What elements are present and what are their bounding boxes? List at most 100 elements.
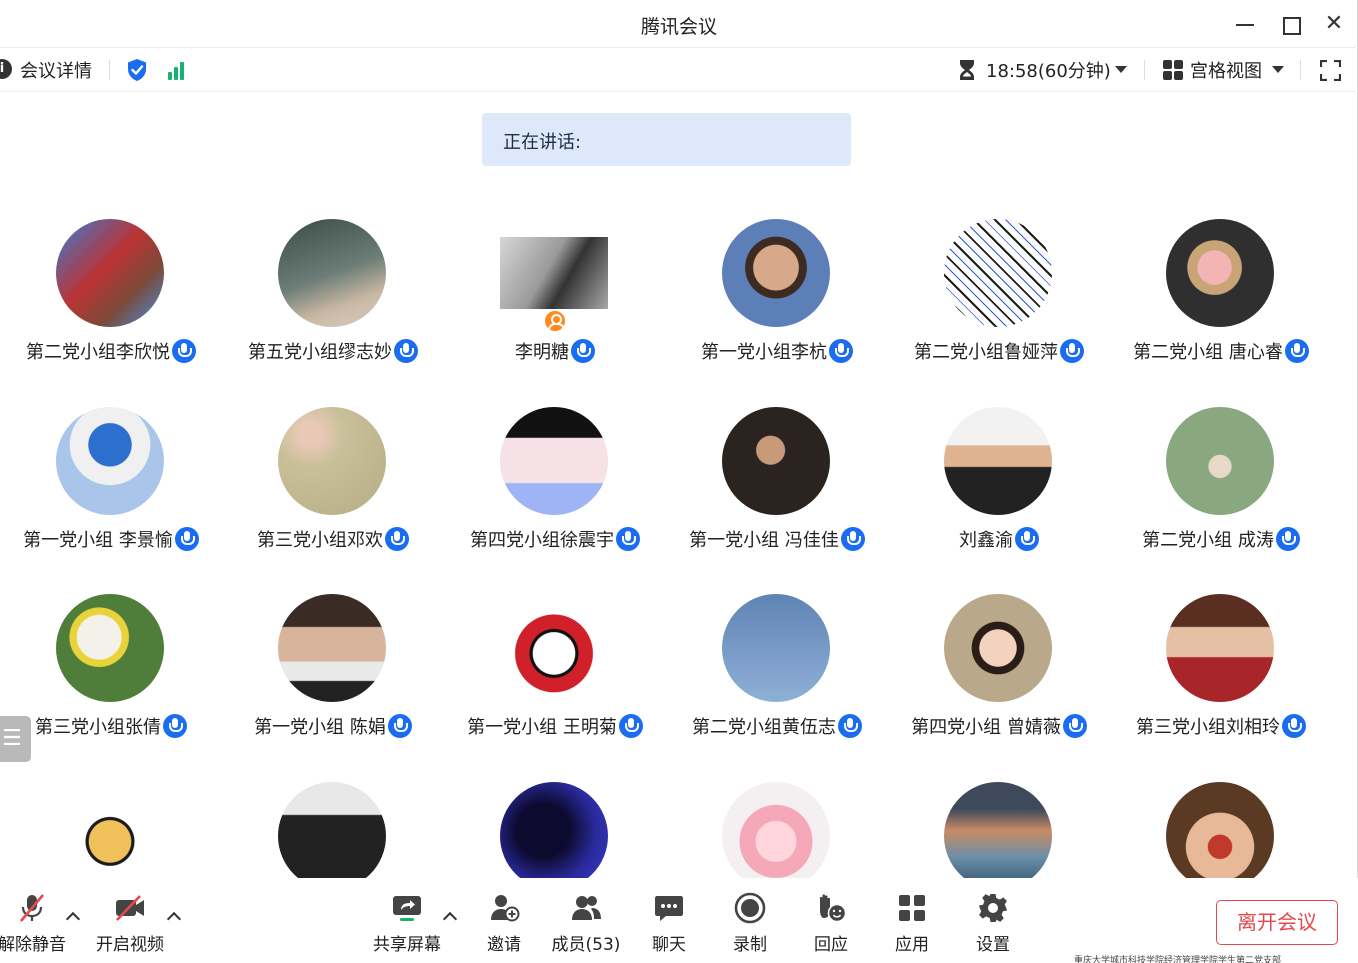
close-button[interactable]: ✕ (1320, 10, 1348, 38)
mic-icon (174, 527, 199, 551)
participant-tile[interactable]: 第一党小组 李景愉 (0, 407, 222, 595)
participant-name: 李明糖 (515, 342, 569, 363)
start-video-button[interactable]: 开启视频 (90, 892, 170, 960)
speaking-label: 正在讲话: (503, 132, 582, 153)
participant-name: 第三党小组刘相玲 (1136, 717, 1280, 738)
participant-name: 第二党小组鲁娅萍 (914, 342, 1058, 363)
mic-icon (1282, 714, 1306, 738)
avatar (278, 782, 386, 878)
avatar (500, 782, 608, 878)
mic-icon (172, 339, 196, 363)
maximize-button[interactable] (1276, 10, 1304, 38)
participant-tile[interactable]: 第四党小组徐震宇 (444, 407, 666, 595)
fullscreen-icon[interactable] (1320, 60, 1341, 81)
participant-name: 第二党小组黄伍志 (692, 717, 836, 738)
record-button[interactable]: 录制 (710, 892, 790, 960)
participant-tile[interactable]: 第一党小组李杭 (666, 219, 888, 407)
react-label: 回应 (814, 935, 848, 955)
chat-button[interactable]: 聊天 (629, 892, 709, 960)
view-mode-button[interactable]: 宫格视图 (1190, 57, 1262, 83)
mic-icon (1275, 527, 1300, 551)
chat-bubble-icon (655, 896, 683, 921)
participant-tile[interactable] (0, 782, 222, 878)
add-user-icon (491, 895, 520, 922)
leave-meeting-button[interactable]: 离开会议 (1216, 900, 1338, 945)
mic-icon (1015, 527, 1039, 551)
avatar (56, 407, 164, 515)
participant-tile[interactable]: 第三党小组张倩 (0, 594, 222, 782)
avatar (1166, 594, 1274, 702)
participant-tile[interactable] (444, 782, 666, 878)
meeting-details-button[interactable]: 会议详情 (20, 57, 92, 83)
minimize-button[interactable] (1231, 10, 1259, 38)
participant-tile[interactable]: 刘鑫渝 (888, 407, 1110, 595)
participant-name: 第五党小组缪志妙 (248, 342, 392, 363)
participant-name: 第四党小组 曾婧薇 (911, 717, 1061, 738)
timer-dropdown-icon[interactable] (1115, 66, 1127, 73)
mic-icon (1062, 714, 1087, 738)
participant-name: 第一党小组 陈娟 (254, 717, 386, 738)
view-mode-dropdown-icon[interactable] (1272, 66, 1284, 73)
mic-icon (616, 527, 640, 551)
avatar (944, 782, 1052, 878)
mic-icon (387, 714, 412, 738)
raise-hand-emoji-icon (820, 894, 847, 923)
avatar (722, 782, 830, 878)
participant-tile[interactable]: 第一党小组 陈娟 (222, 594, 444, 782)
apps-grid-icon (899, 895, 925, 921)
participant-tile[interactable] (888, 782, 1110, 878)
share-screen-button[interactable]: 共享屏幕 (367, 892, 447, 960)
apps-button[interactable]: 应用 (872, 892, 952, 960)
participant-name: 第四党小组徐震宇 (470, 530, 614, 551)
participant-name: 第三党小组张倩 (35, 717, 161, 738)
participant-name: 第三党小组邓欢 (257, 530, 383, 551)
mic-icon (394, 339, 418, 363)
security-shield-icon[interactable] (126, 58, 148, 82)
gear-icon (979, 894, 1007, 922)
start-video-label: 开启视频 (96, 935, 164, 955)
avatar (278, 594, 386, 702)
participant-tile[interactable]: 第三党小组邓欢 (222, 407, 444, 595)
participant-tile[interactable]: 第二党小组李欣悦 (0, 219, 222, 407)
settings-button[interactable]: 设置 (953, 892, 1033, 960)
members-button[interactable]: 成员(53) (546, 892, 626, 960)
avatar (56, 594, 164, 702)
unmute-button[interactable]: 解除静音 (0, 892, 72, 960)
participant-tile[interactable]: 第二党小组黄伍志 (666, 594, 888, 782)
invite-button[interactable]: 邀请 (464, 892, 544, 960)
participant-tile[interactable]: 第四党小组 曾婧薇 (888, 594, 1110, 782)
mic-icon (829, 339, 853, 363)
avatar (944, 407, 1052, 515)
avatar (722, 407, 830, 515)
participant-tile[interactable]: 李明糖 (444, 219, 666, 407)
participant-tile[interactable]: 第二党小组鲁娅萍 (888, 219, 1110, 407)
info-icon[interactable]: i (0, 59, 12, 79)
avatar (500, 407, 608, 515)
participant-tile[interactable]: 第五党小组缪志妙 (222, 219, 444, 407)
watermark-text: 重庆大学城市科技学院经济管理学院学生第二党支部 (1074, 956, 1282, 963)
meeting-timer[interactable]: 18:58(60分钟) (986, 57, 1111, 83)
participant-tile[interactable] (666, 782, 888, 878)
participant-name: 第二党小组李欣悦 (26, 342, 170, 363)
divider (109, 60, 110, 80)
network-signal-icon[interactable] (168, 60, 190, 80)
participant-tile[interactable]: 第二党小组 成涛 (1110, 407, 1332, 595)
window-title: 腾讯会议 (640, 16, 717, 38)
mic-icon (618, 714, 643, 738)
divider (1144, 60, 1145, 80)
participant-tile[interactable]: 第三党小组刘相玲 (1110, 594, 1332, 782)
participant-tile[interactable] (1110, 782, 1332, 878)
participant-tile[interactable]: 第二党小组 唐心睿 (1110, 219, 1332, 407)
avatar (1166, 219, 1274, 327)
avatar (722, 219, 830, 327)
participant-tile[interactable]: 第一党小组 王明菊 (444, 594, 666, 782)
side-panel-handle[interactable]: ☰ (0, 716, 31, 762)
participant-tile[interactable] (222, 782, 444, 878)
react-button[interactable]: 回应 (791, 892, 871, 960)
invite-label: 邀请 (487, 935, 521, 955)
title-bar: 腾讯会议 ✕ (0, 0, 1358, 48)
participant-tile[interactable]: 第一党小组 冯佳佳 (666, 407, 888, 595)
host-badge-icon (543, 309, 567, 333)
mic-icon (163, 714, 187, 738)
avatar (278, 407, 386, 515)
